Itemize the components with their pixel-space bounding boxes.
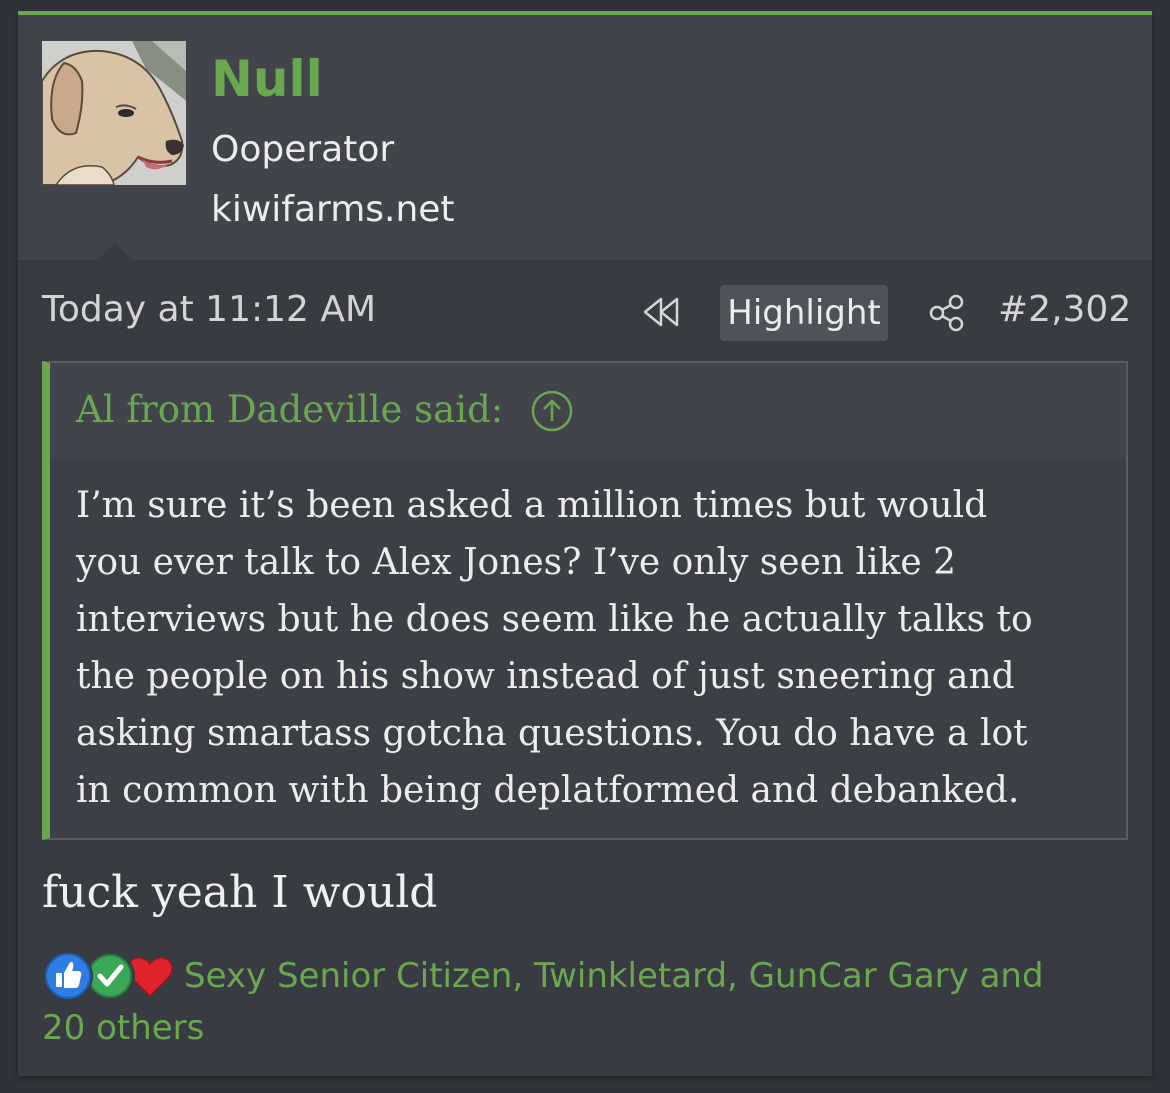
share-icon[interactable] — [928, 293, 966, 333]
reaction-users[interactable]: Sexy Senior Citizen, Twinkletard, GunCar… — [184, 953, 1044, 999]
quote-line: interviews but he does seem like he actu… — [76, 599, 1033, 640]
reaction-icons[interactable] — [40, 948, 182, 1004]
quote-attribution[interactable]: Al from Dadeville said: — [76, 385, 503, 435]
post-date[interactable]: Today at 11:12 AM — [42, 287, 376, 333]
quote-line: you ever talk to Alex Jones? I’ve only s… — [76, 542, 957, 583]
avatar[interactable] — [42, 41, 186, 185]
quote-line: the people on his show instead of just s… — [76, 656, 1015, 697]
quote-line: asking smartass gotcha questions. You do… — [76, 713, 1028, 754]
username[interactable]: Null — [211, 49, 323, 109]
post-number[interactable]: #2,302 — [998, 287, 1131, 333]
dog-avatar-icon — [42, 41, 186, 185]
reply-text: fuck yeah I would — [42, 867, 438, 918]
quote-line: in common with being deplatformed and de… — [76, 770, 1020, 811]
user-block: Null Ooperator kiwifarms.net — [18, 15, 1152, 260]
highlight-button[interactable]: Highlight — [720, 285, 888, 341]
quote-header: Al from Dadeville said: — [50, 363, 1126, 459]
arrow-up-circle-icon[interactable] — [530, 389, 574, 433]
reaction-others[interactable]: 20 others — [42, 1005, 204, 1051]
quote-body: I’m sure it’s been asked a million times… — [76, 477, 1106, 819]
like-icon — [43, 951, 93, 1001]
quote-line: I’m sure it’s been asked a million times… — [76, 485, 988, 526]
user-block-pointer — [98, 243, 132, 260]
post-container: Null Ooperator kiwifarms.net Today at 11… — [18, 11, 1152, 1076]
quote-block: Al from Dadeville said: I’m sure it’s be… — [42, 361, 1128, 840]
user-site: kiwifarms.net — [211, 189, 455, 230]
rewind-icon[interactable] — [640, 295, 682, 329]
user-title: Ooperator — [211, 129, 395, 170]
